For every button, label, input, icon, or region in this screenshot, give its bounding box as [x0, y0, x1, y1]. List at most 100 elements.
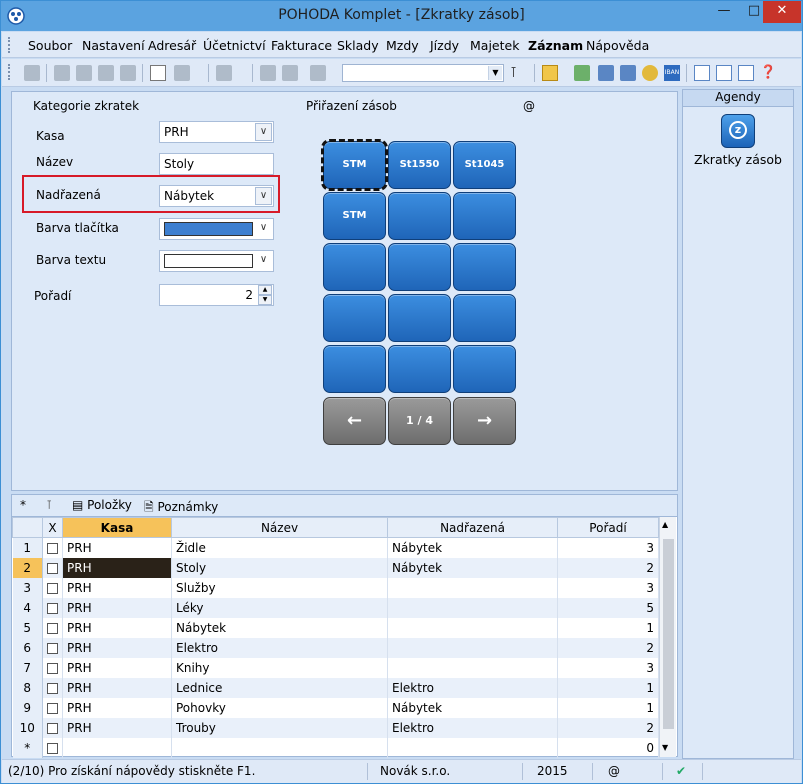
cell-kasa[interactable]: PRH: [62, 657, 172, 678]
filter-icon[interactable]: ⊺: [510, 65, 526, 81]
menu-soubor[interactable]: Soubor: [28, 38, 72, 53]
menu-zaznam[interactable]: Záznam: [528, 38, 583, 53]
row-checkbox[interactable]: [42, 597, 63, 618]
cell-poradi[interactable]: 2: [557, 557, 659, 578]
tile-13[interactable]: [323, 345, 386, 393]
row-checkbox[interactable]: [42, 677, 63, 698]
tab-new-row[interactable]: *: [20, 498, 26, 512]
row-checkbox[interactable]: [42, 617, 63, 638]
tile-2[interactable]: St1550: [388, 141, 451, 189]
cell-poradi[interactable]: 0: [557, 737, 659, 758]
cell-nadrazena[interactable]: [387, 637, 558, 658]
cell-kasa[interactable]: PRH: [62, 577, 172, 598]
row-checkbox[interactable]: [42, 717, 63, 738]
menu-nastaveni[interactable]: Nastavení: [82, 38, 145, 53]
chevron-down-icon[interactable]: ∨: [255, 220, 272, 238]
minimize-button[interactable]: —: [709, 1, 739, 23]
print-icon[interactable]: [76, 65, 92, 81]
cell-nazev[interactable]: Nábytek: [171, 617, 388, 638]
row-checkbox[interactable]: [42, 577, 63, 598]
cell-nazev[interactable]: Léky: [171, 597, 388, 618]
table-row[interactable]: 2 PRH Stoly Nábytek 2: [12, 557, 659, 578]
tile-1[interactable]: STM: [321, 139, 388, 191]
row-checkbox[interactable]: [42, 637, 63, 658]
cell-nazev[interactable]: Knihy: [171, 657, 388, 678]
menu-sklady[interactable]: Sklady: [337, 38, 379, 53]
agendy-item-label[interactable]: Zkratky zásob: [683, 152, 793, 167]
save-icon[interactable]: [260, 65, 276, 81]
exit-agenda-icon[interactable]: [24, 65, 40, 81]
table-row[interactable]: 10 PRH Trouby Elektro 2: [12, 717, 659, 738]
list-icon[interactable]: [716, 65, 732, 81]
calculator-icon[interactable]: [598, 65, 614, 81]
cell-nazev[interactable]: [171, 737, 388, 758]
spin-up-icon[interactable]: ▲: [258, 285, 272, 295]
menu-napoveda[interactable]: Nápověda: [586, 38, 649, 53]
filter-icon[interactable]: ⊺: [46, 498, 52, 512]
table-row[interactable]: 9 PRH Pohovky Nábytek 1: [12, 697, 659, 718]
new-record-icon[interactable]: [150, 65, 166, 81]
cell-kasa[interactable]: PRH: [62, 617, 172, 638]
print-preview-icon[interactable]: [98, 65, 114, 81]
cell-poradi[interactable]: 3: [557, 577, 659, 598]
cell-nazev[interactable]: Lednice: [171, 677, 388, 698]
cell-nadrazena[interactable]: [387, 617, 558, 638]
next-page-button[interactable]: →: [453, 397, 516, 445]
tile-4[interactable]: STM: [323, 192, 386, 240]
back-arrow-icon[interactable]: [216, 65, 232, 81]
folder-icon[interactable]: [542, 65, 558, 81]
copy-icon[interactable]: [310, 65, 326, 81]
tile-6[interactable]: [453, 192, 516, 240]
table-row[interactable]: 6 PRH Elektro 2: [12, 637, 659, 658]
column-header-x[interactable]: X: [42, 517, 63, 538]
column-header-nazev[interactable]: Název: [171, 517, 388, 538]
table-row[interactable]: 1 PRH Židle Nábytek 3: [12, 537, 659, 558]
cell-nadrazena[interactable]: [387, 657, 558, 678]
menu-jizdy[interactable]: Jízdy: [430, 38, 459, 53]
chevron-down-icon[interactable]: ∨: [255, 123, 272, 141]
tile-9[interactable]: [453, 243, 516, 291]
row-checkbox[interactable]: [42, 537, 63, 558]
row-checkbox[interactable]: [42, 697, 63, 718]
cell-nadrazena[interactable]: Nábytek: [387, 537, 558, 558]
document-icon[interactable]: [738, 65, 754, 81]
cell-nadrazena[interactable]: Elektro: [387, 677, 558, 698]
cell-nadrazena[interactable]: [387, 577, 558, 598]
menu-adresar[interactable]: Adresář: [148, 38, 196, 53]
row-checkbox[interactable]: [42, 657, 63, 678]
kasa-select[interactable]: PRH ∨: [159, 121, 274, 143]
tile-12[interactable]: [453, 294, 516, 342]
cell-poradi[interactable]: 1: [557, 617, 659, 638]
toolbar-grip[interactable]: [8, 64, 11, 80]
cell-poradi[interactable]: 1: [557, 677, 659, 698]
cell-poradi[interactable]: 2: [557, 637, 659, 658]
cell-kasa[interactable]: PRH: [62, 677, 172, 698]
cell-poradi[interactable]: 3: [557, 537, 659, 558]
barva-textu-picker[interactable]: ∨: [159, 250, 274, 272]
cell-nazev[interactable]: Židle: [171, 537, 388, 558]
tile-10[interactable]: [323, 294, 386, 342]
tab-notes[interactable]: 🗎 Poznámky: [144, 498, 218, 519]
table-row[interactable]: 4 PRH Léky 5: [12, 597, 659, 618]
spin-down-icon[interactable]: ▼: [258, 295, 272, 305]
cell-nadrazena[interactable]: [387, 597, 558, 618]
tile-3[interactable]: St1045: [453, 141, 516, 189]
cell-kasa[interactable]: PRH: [62, 697, 172, 718]
cell-poradi[interactable]: 1: [557, 697, 659, 718]
chevron-down-icon[interactable]: ▼: [488, 66, 502, 80]
cell-nadrazena[interactable]: [387, 737, 558, 758]
iban-icon[interactable]: IBAN: [664, 65, 680, 81]
copy-record-icon[interactable]: [54, 65, 70, 81]
table-row[interactable]: 5 PRH Nábytek 1: [12, 617, 659, 638]
money-icon[interactable]: [574, 65, 590, 81]
tile-11[interactable]: [388, 294, 451, 342]
grid-vertical-scrollbar[interactable]: ▲ ▼: [659, 517, 676, 757]
message-icon[interactable]: [694, 65, 710, 81]
coins-icon[interactable]: [642, 65, 658, 81]
cell-nadrazena[interactable]: Elektro: [387, 717, 558, 738]
prev-page-button[interactable]: ←: [323, 397, 386, 445]
row-checkbox[interactable]: [42, 557, 63, 578]
shortcuts-agenda-icon[interactable]: z: [721, 114, 755, 148]
tile-8[interactable]: [388, 243, 451, 291]
barva-tlacitka-picker[interactable]: ∨: [159, 218, 274, 240]
